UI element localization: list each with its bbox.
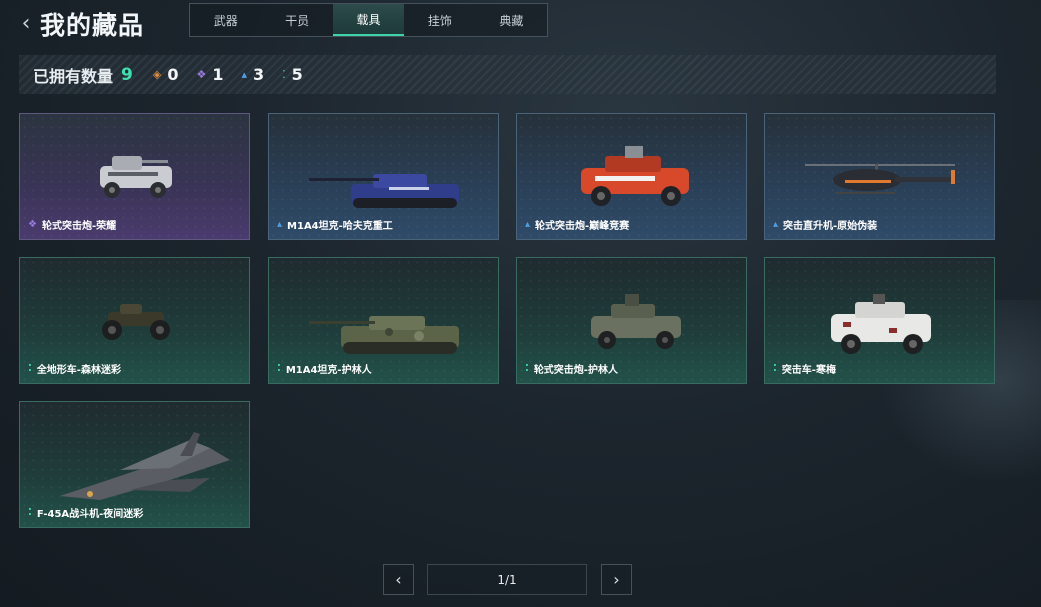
ownership-stats-bar: 已拥有数量 9 ◈ 0 ❖ 1 ▴ 3 ⁚ 5: [19, 55, 996, 94]
vehicle-card[interactable]: ⁚ 突击车-寒梅: [764, 257, 995, 384]
vehicle-card[interactable]: ▴ 轮式突击炮-巅峰竞赛: [516, 113, 747, 240]
vehicle-card[interactable]: ⁚ M1A4坦克-护林人: [268, 257, 499, 384]
vehicle-name: F-45A战斗机-夜间迷彩: [36, 509, 144, 520]
rarity-count-purple: 1: [212, 65, 224, 84]
page-title: 我的藏品: [40, 11, 145, 40]
vehicle-name: 突击车-寒梅: [781, 365, 836, 376]
orange-diamond-icon: ◈: [152, 68, 162, 81]
vehicle-name: 轮式突击炮-荣耀: [41, 221, 117, 232]
vehicle-card[interactable]: ⁚ 轮式突击炮-护林人: [516, 257, 747, 384]
chevron-right-icon: ›: [613, 570, 620, 589]
purple-diamond-icon: ❖: [196, 68, 207, 81]
tab-charms[interactable]: 挂饰: [404, 4, 475, 36]
chevron-left-icon: ‹: [395, 570, 402, 589]
category-tabs: 武器 干员 载具 挂饰 典藏: [189, 3, 548, 37]
tab-weapons[interactable]: 武器: [190, 4, 261, 36]
rarity-count-orange: 0: [167, 65, 179, 84]
tab-vehicles[interactable]: 载具: [332, 4, 405, 36]
blue-chevron-icon: ▴: [277, 219, 283, 230]
prev-page-button[interactable]: ‹: [383, 564, 414, 595]
blue-chevron-icon: ▴: [525, 219, 531, 230]
rarity-stat-orange: ◈ 0: [153, 65, 179, 84]
vehicle-name: 轮式突击炮-巅峰竞赛: [535, 221, 630, 232]
purple-diamond-icon: ❖: [28, 219, 37, 230]
vehicle-card[interactable]: ❖ 轮式突击炮-荣耀: [19, 113, 250, 240]
vehicle-name: 全地形车-森林迷彩: [36, 365, 121, 376]
vehicle-name: M1A4坦克-护林人: [285, 365, 372, 376]
owned-count-label: 已拥有数量: [33, 66, 114, 86]
tab-operators[interactable]: 干员: [261, 4, 332, 36]
green-dots-icon: ⁚: [773, 363, 777, 374]
rarity-stat-purple: ❖ 1: [196, 65, 223, 84]
tab-collection[interactable]: 典藏: [476, 4, 547, 36]
rarity-count-green: 5: [291, 65, 303, 84]
vehicle-name: 突击直升机-原始伪装: [783, 221, 878, 232]
vehicle-name: M1A4坦克-哈夫克重工: [287, 221, 393, 232]
green-dots-icon: ⁚: [282, 68, 286, 81]
next-page-button[interactable]: ›: [601, 564, 632, 595]
rarity-count-blue: 3: [253, 65, 265, 84]
vehicle-card[interactable]: ⁚ 全地形车-森林迷彩: [19, 257, 250, 384]
chevron-left-icon: ‹: [21, 10, 31, 36]
owned-count-total: 9: [121, 64, 133, 85]
green-dots-icon: ⁚: [28, 507, 32, 518]
back-button[interactable]: ‹: [16, 10, 36, 36]
vehicle-name: 轮式突击炮-护林人: [533, 365, 618, 376]
rarity-stat-green: ⁚ 5: [282, 65, 303, 84]
blue-chevron-icon: ▴: [773, 219, 779, 230]
rarity-stat-blue: ▴ 3: [241, 65, 264, 84]
vehicle-card[interactable]: ▴ M1A4坦克-哈夫克重工: [268, 113, 499, 240]
vehicle-card[interactable]: ⁚ F-45A战斗机-夜间迷彩: [19, 401, 250, 528]
blue-chevron-icon: ▴: [241, 68, 248, 81]
vehicle-card[interactable]: ▴ 突击直升机-原始伪装: [764, 113, 995, 240]
green-dots-icon: ⁚: [277, 363, 281, 374]
page-indicator: 1/1: [427, 564, 587, 595]
green-dots-icon: ⁚: [28, 363, 32, 374]
green-dots-icon: ⁚: [525, 363, 529, 374]
